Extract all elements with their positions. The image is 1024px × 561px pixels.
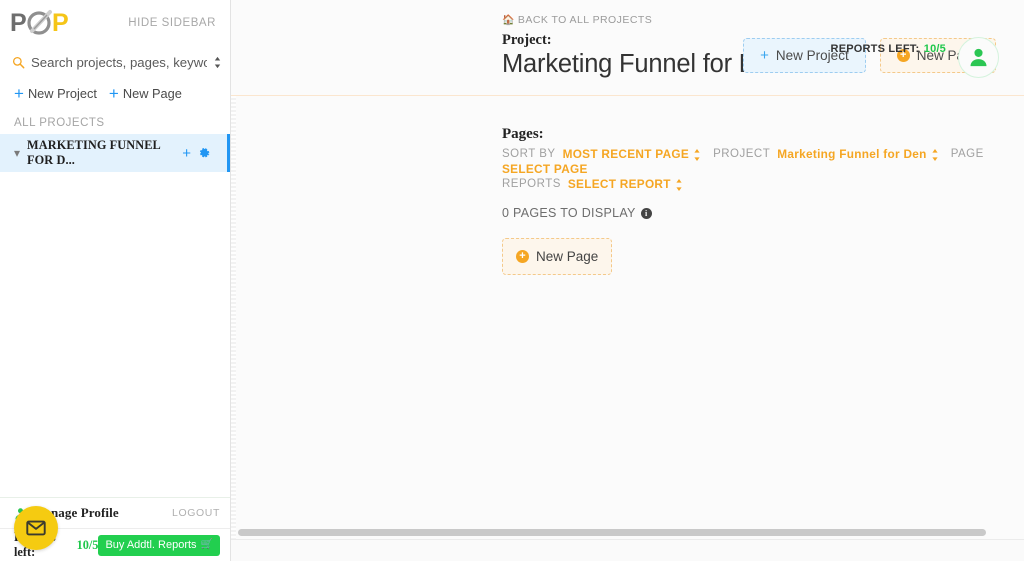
filter-row-secondary: REPORTS SELECT REPORT bbox=[502, 177, 1024, 192]
search-icon bbox=[12, 56, 25, 68]
pages-heading: Pages: bbox=[502, 126, 544, 142]
svg-text:P: P bbox=[52, 9, 69, 37]
breadcrumb-back-to-all-projects[interactable]: 🏠 BACK TO ALL PROJECTS bbox=[502, 14, 1024, 26]
project-filter-arrows-icon[interactable] bbox=[931, 148, 939, 162]
project-filter-key: PROJECT bbox=[713, 148, 771, 160]
bottom-strip bbox=[231, 539, 1024, 561]
sort-by-arrows-icon[interactable] bbox=[693, 148, 701, 162]
sort-by-value[interactable]: MOST RECENT PAGE bbox=[563, 147, 690, 162]
hide-sidebar-button[interactable]: HIDE SIDEBAR bbox=[128, 17, 220, 29]
main-new-page-label: New Page bbox=[536, 249, 599, 264]
project-filter-value[interactable]: Marketing Funnel for Den bbox=[777, 147, 926, 162]
sidebar-project-name: MARKETING FUNNEL FOR D... bbox=[27, 138, 161, 167]
page-filter-key: PAGE bbox=[950, 148, 984, 160]
sidebar: P P HIDE SIDEBAR + bbox=[0, 0, 231, 561]
search-input[interactable] bbox=[31, 54, 207, 70]
pop-logo[interactable]: P P bbox=[10, 6, 78, 40]
person-icon bbox=[970, 48, 987, 67]
pages-count-label: 0 PAGES TO DISPLAY bbox=[502, 206, 636, 220]
cart-icon: 🛒 bbox=[200, 538, 213, 550]
main-content: 🏠 BACK TO ALL PROJECTS Project: Marketin… bbox=[231, 0, 1024, 561]
sidebar-new-project-label: New Project bbox=[27, 86, 97, 101]
envelope-icon bbox=[26, 520, 46, 536]
chat-email-button[interactable] bbox=[14, 506, 58, 550]
info-icon[interactable]: i bbox=[640, 207, 652, 219]
reports-filter-value[interactable]: SELECT REPORT bbox=[568, 177, 671, 192]
search-row bbox=[0, 46, 230, 76]
main-new-page-button[interactable]: + New Page bbox=[502, 238, 613, 275]
sidebar-new-page-link[interactable]: + New Page bbox=[108, 83, 182, 103]
reports-filter-arrows-icon[interactable] bbox=[675, 178, 683, 192]
plus-icon: + bbox=[14, 83, 24, 103]
circle-plus-icon: + bbox=[516, 250, 529, 263]
svg-text:P: P bbox=[10, 9, 27, 37]
search-sort-arrows-icon[interactable] bbox=[213, 56, 222, 69]
sidebar-new-project-link[interactable]: + New Project bbox=[14, 83, 97, 103]
sidebar-project-item[interactable]: ▾ MARKETING FUNNEL FOR D... + bbox=[0, 134, 230, 172]
plus-icon: + bbox=[108, 83, 119, 103]
app-root: P P HIDE SIDEBAR + bbox=[0, 0, 1024, 561]
sort-by-key: SORT BY bbox=[502, 148, 556, 160]
reports-left-value: 10/5 bbox=[76, 537, 99, 552]
gear-icon[interactable] bbox=[198, 147, 211, 160]
add-page-icon[interactable]: + bbox=[182, 146, 191, 161]
header-reports-left-label: REPORTS LEFT: bbox=[830, 43, 920, 55]
header-reports-left: REPORTS LEFT: 10/5 bbox=[831, 39, 946, 57]
sidebar-header: P P HIDE SIDEBAR bbox=[0, 0, 230, 46]
home-icon: 🏠 bbox=[502, 14, 515, 26]
all-projects-heading: ALL PROJECTS bbox=[14, 117, 105, 129]
plus-icon: + bbox=[760, 47, 769, 64]
reports-filter-key: REPORTS bbox=[502, 178, 561, 190]
horizontal-scrollbar[interactable] bbox=[238, 529, 986, 536]
pages-panel: Pages: SORT BY MOST RECENT PAGE PROJECT … bbox=[231, 96, 1024, 275]
sidebar-new-page-label: New Page bbox=[122, 86, 182, 101]
avatar[interactable] bbox=[958, 37, 999, 78]
header-reports-left-value: 10/5 bbox=[923, 43, 946, 55]
sidebar-quick-actions: + New Project + New Page bbox=[0, 76, 230, 109]
buy-reports-label: Buy Addtl. Reports bbox=[105, 538, 197, 551]
sidebar-project-actions: + bbox=[182, 146, 221, 161]
logout-button[interactable]: LOGOUT bbox=[172, 507, 220, 519]
breadcrumb-label: BACK TO ALL PROJECTS bbox=[517, 14, 653, 26]
chevron-down-icon[interactable]: ▾ bbox=[14, 147, 20, 159]
pages-count-row: 0 PAGES TO DISPLAY i bbox=[502, 206, 1024, 220]
buy-additional-reports-button[interactable]: Buy Addtl. Reports 🛒 bbox=[98, 534, 220, 556]
main-header: 🏠 BACK TO ALL PROJECTS Project: Marketin… bbox=[231, 0, 1024, 96]
filter-row-primary: SORT BY MOST RECENT PAGE PROJECT Marketi… bbox=[502, 147, 1024, 177]
filter-bar: SORT BY MOST RECENT PAGE PROJECT Marketi… bbox=[502, 147, 1024, 192]
page-filter-value[interactable]: SELECT PAGE bbox=[502, 162, 588, 177]
